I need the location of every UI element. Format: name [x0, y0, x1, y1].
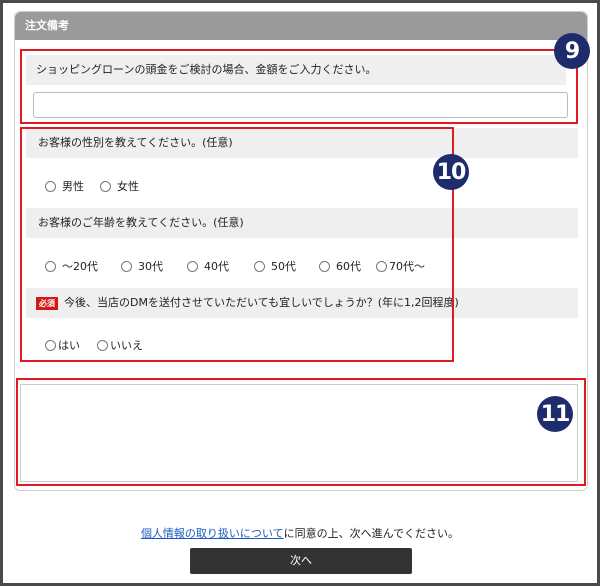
panel-title: 注文備考 — [15, 12, 587, 40]
highlight-box-10 — [20, 127, 454, 362]
step-badge-10: 10 — [433, 154, 469, 190]
privacy-consent-text: 個人情報の取り扱いについてに同意の上、次へ進んでください。 — [0, 525, 600, 541]
highlight-box-9 — [20, 49, 578, 124]
highlight-box-11 — [16, 378, 586, 486]
next-button[interactable]: 次へ — [190, 548, 412, 574]
step-badge-11: 11 — [537, 396, 573, 432]
privacy-policy-link[interactable]: 個人情報の取り扱いについて — [141, 527, 284, 540]
consent-text: に同意の上、次へ進んでください。 — [283, 527, 460, 540]
step-badge-9: 9 — [554, 33, 590, 69]
